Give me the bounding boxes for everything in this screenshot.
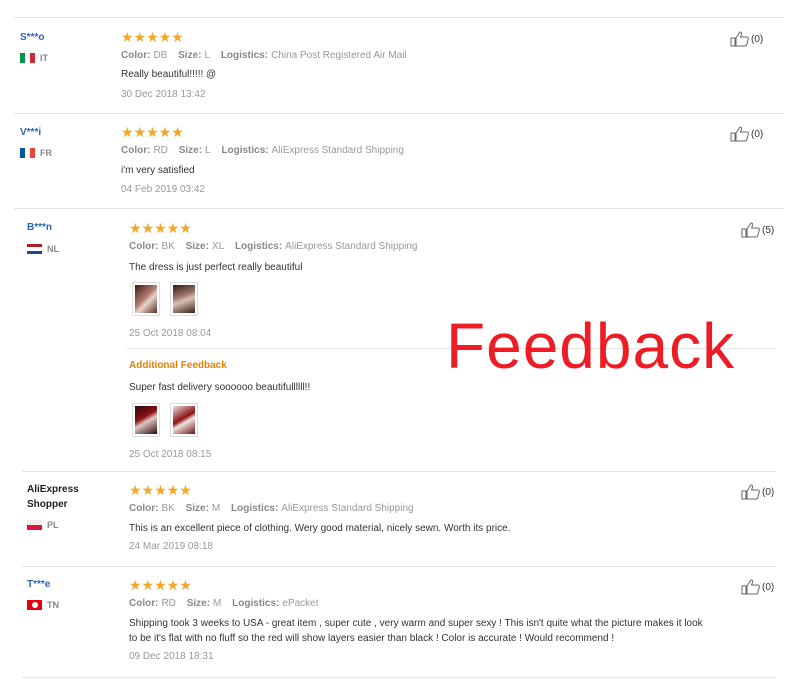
star-rating: ★★★★★ bbox=[129, 220, 192, 236]
country-code: NL bbox=[47, 244, 59, 254]
review-date: 09 Dec 2018 18:31 bbox=[129, 651, 214, 662]
thumbs-up-icon bbox=[741, 222, 760, 238]
order-info: Color: RD Size: L Logistics: AliExpress Sta… bbox=[121, 145, 404, 156]
like-count: (0) bbox=[762, 486, 775, 498]
review-date: 04 Feb 2019 03:42 bbox=[121, 184, 205, 195]
reviewer-name[interactable]: B***n bbox=[27, 222, 52, 233]
reviewer-country: NL bbox=[27, 244, 59, 254]
like-button[interactable]: (0) bbox=[730, 31, 763, 47]
country-code: FR bbox=[40, 148, 52, 158]
france-flag-icon bbox=[20, 148, 35, 158]
divider bbox=[22, 566, 776, 567]
review-text: Really beautiful!!!!! @ bbox=[121, 69, 217, 80]
review-text: The dress is just perfect really beautif… bbox=[129, 262, 303, 273]
like-count: (0) bbox=[762, 581, 775, 593]
reviewer-country: IT bbox=[20, 53, 48, 63]
additional-feedback-label: Additional Feedback bbox=[129, 360, 227, 371]
order-info: Color: DB Size: L Logistics: China Post Reg… bbox=[121, 50, 407, 61]
star-rating: ★★★★★ bbox=[121, 29, 184, 45]
divider bbox=[22, 471, 776, 472]
reviewer-country: FR bbox=[20, 148, 52, 158]
review-date: 25 Oct 2018 08:04 bbox=[129, 328, 212, 339]
thumbs-up-icon bbox=[730, 126, 749, 142]
country-code: IT bbox=[40, 53, 48, 63]
review-photo[interactable] bbox=[170, 403, 198, 437]
like-button[interactable]: (0) bbox=[741, 484, 774, 500]
like-button[interactable]: (0) bbox=[741, 579, 774, 595]
like-button[interactable]: (0) bbox=[730, 126, 763, 142]
divider bbox=[14, 17, 784, 18]
order-info: Color: RD Size: M Logistics: ePacket bbox=[129, 598, 319, 609]
poland-flag-icon bbox=[27, 520, 42, 530]
additional-feedback-text: Super fast delivery soooooo beautifullll… bbox=[129, 382, 311, 393]
country-code: PL bbox=[47, 520, 59, 530]
review-text: This is an excellent piece of clothing. … bbox=[129, 523, 511, 534]
reviewer-name[interactable]: S***o bbox=[20, 32, 44, 43]
divider bbox=[22, 677, 776, 678]
thumbs-up-icon bbox=[730, 31, 749, 47]
reviewer-country: TN bbox=[27, 600, 59, 610]
review-text: Shipping took 3 weeks to USA - great ite… bbox=[129, 618, 703, 644]
like-count: (0) bbox=[751, 128, 764, 140]
like-button[interactable]: (5) bbox=[741, 222, 774, 238]
tunisia-flag-icon bbox=[27, 600, 42, 610]
italy-flag-icon bbox=[20, 53, 35, 63]
country-code: TN bbox=[47, 600, 59, 610]
feedback-overlay-title: Feedback bbox=[446, 310, 736, 382]
review-date: 30 Dec 2018 13:42 bbox=[121, 89, 206, 100]
divider bbox=[14, 208, 784, 209]
review-text: i'm very satisfied bbox=[121, 165, 195, 176]
like-count: (5) bbox=[762, 224, 775, 236]
order-info: Color: BK Size: XL Logistics: AliExpress St… bbox=[129, 241, 418, 252]
star-rating: ★★★★★ bbox=[129, 482, 192, 498]
order-info: Color: BK Size: M Logistics: AliExpress Sta… bbox=[129, 503, 414, 514]
netherlands-flag-icon bbox=[27, 244, 42, 254]
reviewer-country: PL bbox=[27, 520, 59, 530]
thumbs-up-icon bbox=[741, 484, 760, 500]
review-photo[interactable] bbox=[132, 282, 160, 316]
reviewer-name[interactable]: V***i bbox=[20, 127, 41, 138]
like-count: (0) bbox=[751, 33, 764, 45]
thumbs-up-icon bbox=[741, 579, 760, 595]
review-photo[interactable] bbox=[170, 282, 198, 316]
reviewer-name[interactable]: T***e bbox=[27, 579, 50, 590]
star-rating: ★★★★★ bbox=[121, 124, 184, 140]
review-date: 24 Mar 2019 08:18 bbox=[129, 541, 213, 552]
star-rating: ★★★★★ bbox=[129, 577, 192, 593]
additional-feedback-date: 25 Oct 2018 08:15 bbox=[129, 449, 212, 460]
divider bbox=[14, 113, 784, 114]
reviewer-name: AliExpress Shopper bbox=[27, 484, 79, 510]
review-photo[interactable] bbox=[132, 403, 160, 437]
